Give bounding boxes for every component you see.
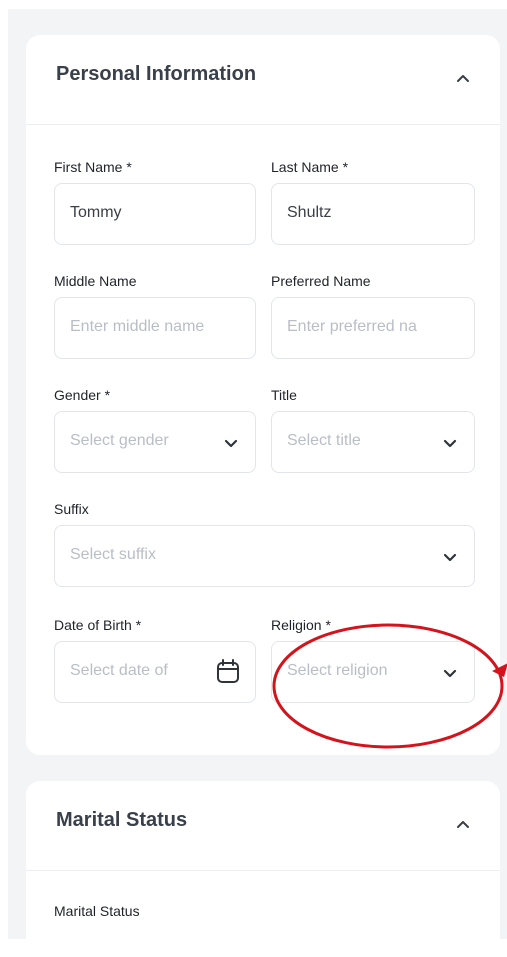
personal-information-header[interactable]: Personal Information	[26, 35, 500, 125]
preferred-name-placeholder: Enter preferred na	[287, 318, 417, 335]
chevron-down-icon	[224, 439, 238, 448]
title-select[interactable]: Select title	[271, 411, 475, 473]
chevron-up-icon[interactable]	[454, 71, 472, 85]
suffix-placeholder: Select suffix	[70, 546, 156, 563]
middle-name-label: Middle Name	[54, 273, 137, 289]
annotation-ellipse	[272, 623, 504, 749]
preferred-name-input[interactable]: Enter preferred na	[271, 297, 475, 359]
first-name-label: First Name *	[54, 159, 132, 175]
date-of-birth-label: Date of Birth *	[54, 617, 142, 633]
first-name-input[interactable]: Tommy	[54, 183, 256, 245]
suffix-select[interactable]: Select suffix	[54, 525, 475, 587]
chevron-up-icon[interactable]	[454, 817, 472, 831]
gender-label: Gender *	[54, 387, 111, 403]
last-name-input[interactable]: Shultz	[271, 183, 475, 245]
title-label: Title	[271, 387, 297, 403]
last-name-value: Shultz	[287, 204, 332, 221]
form-page: Personal Information First Name * Tommy …	[8, 9, 507, 939]
marital-status-card: Marital Status Marital Status	[26, 781, 500, 939]
title-placeholder: Select title	[287, 432, 361, 449]
chevron-down-icon	[443, 439, 457, 448]
marital-status-label: Marital Status	[54, 903, 140, 919]
calendar-icon[interactable]	[216, 659, 240, 685]
suffix-label: Suffix	[54, 501, 89, 517]
date-of-birth-picker[interactable]: Select date of	[54, 641, 256, 703]
preferred-name-label: Preferred Name	[271, 273, 371, 289]
middle-name-input[interactable]: Enter middle name	[54, 297, 256, 359]
personal-information-title: Personal Information	[56, 63, 257, 85]
gender-select[interactable]: Select gender	[54, 411, 256, 473]
date-of-birth-placeholder: Select date of	[70, 662, 168, 679]
marital-status-title: Marital Status	[56, 809, 188, 831]
annotation-arrow	[492, 663, 507, 677]
middle-name-placeholder: Enter middle name	[70, 318, 205, 335]
last-name-label: Last Name *	[271, 159, 349, 175]
gender-placeholder: Select gender	[70, 432, 169, 449]
first-name-value: Tommy	[70, 204, 122, 221]
marital-status-header[interactable]: Marital Status	[26, 781, 500, 871]
chevron-down-icon	[443, 553, 457, 562]
